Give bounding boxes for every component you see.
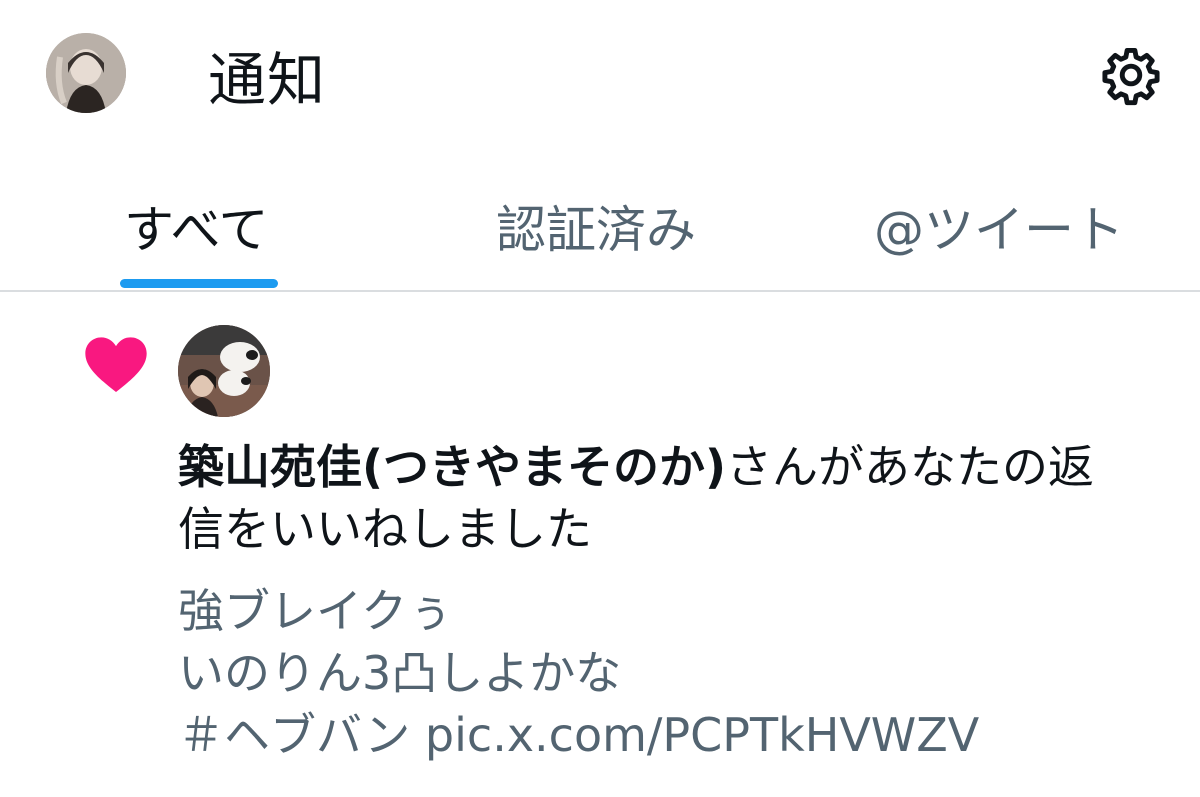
tweet-preview[interactable]: 強ブレイクぅ いのりん3凸しよかな ＃ヘブバン pic.x.com/PCPTkH…: [178, 580, 1178, 766]
liker-avatar[interactable]: [178, 325, 270, 417]
my-avatar[interactable]: [46, 33, 126, 113]
liker-name[interactable]: 築山苑佳(つきやまそのか): [178, 440, 726, 494]
tab-verified[interactable]: 認証済み: [496, 190, 696, 270]
tweet-line: 強ブレイクぅ: [178, 584, 454, 638]
tab-mentions[interactable]: @ツイート: [874, 190, 1124, 270]
gear-icon: [1102, 48, 1160, 106]
active-tab-indicator: [120, 279, 278, 288]
tweet-line: いのりん3凸しよかな: [178, 646, 622, 700]
tweet-line: ＃ヘブバン pic.x.com/PCPTkHVWZV: [178, 708, 980, 762]
notification-tabs: すべて 認証済み @ツイート: [0, 180, 1200, 292]
tabs-divider: [0, 290, 1200, 292]
page-title: 通知: [208, 46, 327, 114]
avatar-image: [178, 325, 270, 417]
notifications-page: 通知 すべて 認証済み @ツイート 築山苑佳(つきやまそのか)さんがあなたの返信…: [0, 0, 1200, 797]
notification-message: 築山苑佳(つきやまそのか)さんがあなたの返信をいいねしました: [178, 436, 1138, 560]
settings-button[interactable]: [1098, 42, 1164, 108]
tab-all[interactable]: すべて: [124, 190, 269, 270]
avatar-image: [46, 33, 126, 113]
heart-icon: [84, 336, 148, 392]
